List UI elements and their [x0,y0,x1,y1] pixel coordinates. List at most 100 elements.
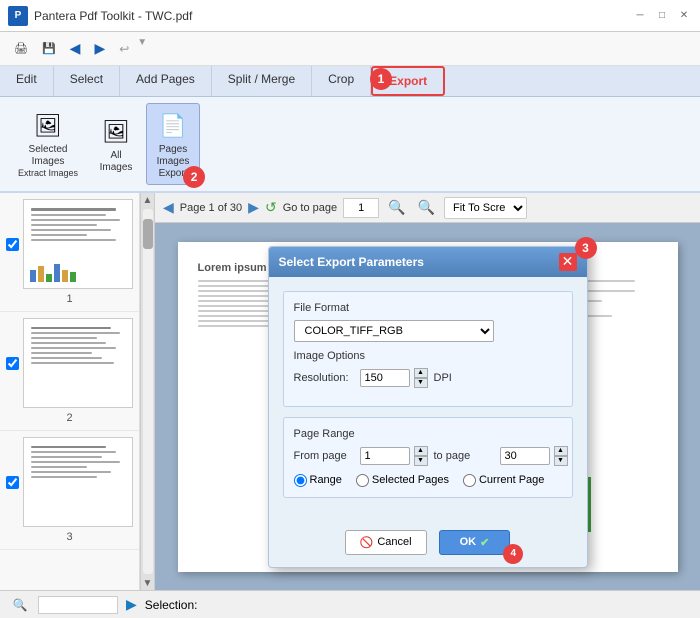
to-page-up[interactable]: ▲ [554,446,568,456]
page-1-thumbnail [23,199,133,289]
scroll-thumb[interactable] [143,219,153,249]
image-options-label: Image Options [294,350,562,362]
from-page-down[interactable]: ▼ [414,456,428,466]
zoom-in-button[interactable]: 🔍 [415,199,438,216]
selection-label: Selection: [145,598,198,612]
page-range-label: Page Range [294,428,562,440]
close-window-button[interactable]: ✕ [676,8,692,24]
page-2-number: 2 [66,412,72,424]
scroll-down-arrow[interactable]: ▼ [141,576,155,590]
page-info-text: Page 1 of 30 [180,202,242,214]
ok-label: OK [460,536,477,548]
from-page-up[interactable]: ▲ [414,446,428,456]
tab-add-pages[interactable]: Add Pages [120,66,212,96]
save-button[interactable]: 💾 [36,37,62,60]
page-1-number: 1 [66,293,72,305]
status-search-icon: 🔍 [10,595,30,615]
from-page-spinner: ▲ ▼ [360,446,428,466]
to-page-spinner: ▲ ▼ [500,446,568,466]
forward-button[interactable]: ▶ [88,37,111,60]
status-search-input[interactable] [38,596,118,614]
page-thumbnail-sidebar: 1 [0,193,140,590]
page-thumb-3[interactable]: 3 [0,431,139,550]
viewer-content: Lorem ipsum [155,223,700,590]
selected-pages-radio[interactable] [356,474,369,487]
page-3-checkbox[interactable] [6,476,19,489]
pages-images-export-button[interactable]: 📄 PagesImagesExport 2 [146,103,200,185]
tab-edit[interactable]: Edit [0,66,54,96]
back-button[interactable]: ◀ [64,37,87,60]
viewer-toolbar: ◀ Page 1 of 30 ▶ ↺ Go to page 🔍 🔍 Fit To… [155,193,700,223]
selected-pages-radio-label: Selected Pages [372,474,449,486]
tab-crop[interactable]: Crop [312,66,371,96]
viewer-area: ◀ Page 1 of 30 ▶ ↺ Go to page 🔍 🔍 Fit To… [155,193,700,590]
range-radio[interactable] [294,474,307,487]
status-bar: 🔍 ▶ Selection: [0,590,700,618]
range-radio-label: Range [310,474,342,486]
ribbon-content: 🖼 SelectedImagesExtract Images 🖼 AllImag… [0,97,700,191]
to-page-down[interactable]: ▼ [554,456,568,466]
window-controls: ─ □ ✕ [632,8,692,24]
resolution-spinner: ▲ ▼ [360,368,428,388]
tab-split-merge[interactable]: Split / Merge [212,66,312,96]
resolution-label: Resolution: [294,372,354,384]
resolution-down-button[interactable]: ▼ [414,378,428,388]
page-range-radio-group: Range Selected Pages Current Page [294,474,562,487]
dropdown-arrow[interactable]: ▼ [137,37,147,60]
current-page-radio-item[interactable]: Current Page [463,474,544,487]
current-page-radio[interactable] [463,474,476,487]
step-2-badge: 2 [183,166,205,188]
export-parameters-dialog: 3 Select Export Parameters ✕ File Format… [268,246,588,568]
tab-select[interactable]: Select [54,66,120,96]
all-images-label: AllImages [100,150,133,174]
cancel-label: Cancel [377,536,411,548]
page-thumb-2[interactable]: 2 [0,312,139,431]
resolution-input[interactable] [360,369,410,387]
file-format-select[interactable]: COLOR_TIFF_RGB GRAYSCALE_TIFF PDF PNG JP… [294,320,494,342]
page-1-checkbox[interactable] [6,238,19,251]
refresh-button[interactable]: ↺ [265,199,277,216]
range-radio-item[interactable]: Range [294,474,342,487]
minimize-button[interactable]: ─ [632,8,648,24]
step-1-badge: 1 [370,68,392,90]
page-range-section: Page Range From page ▲ ▼ [283,417,573,498]
ok-button[interactable]: OK ✔ 4 [439,530,511,555]
selected-images-label: SelectedImagesExtract Images [18,144,78,180]
prev-page-button[interactable]: ◀ [163,199,174,216]
resolution-up-button[interactable]: ▲ [414,368,428,378]
status-nav-button[interactable]: ▶ [126,596,137,613]
scroll-up-arrow[interactable]: ▲ [141,193,155,207]
maximize-button[interactable]: □ [654,8,670,24]
page-thumb-1[interactable]: 1 [0,193,139,312]
cancel-button[interactable]: 🚫 Cancel [345,530,427,555]
to-page-input[interactable] [500,447,550,465]
from-page-input[interactable] [360,447,410,465]
page-2-thumbnail [23,318,133,408]
ribbon: Edit Select Add Pages Split / Merge Crop… [0,66,700,193]
file-format-section: File Format COLOR_TIFF_RGB GRAYSCALE_TIF… [283,291,573,407]
cancel-icon: 🚫 [360,536,374,549]
from-to-row: From page ▲ ▼ to page [294,446,562,466]
scroll-track [143,209,153,574]
dialog-header: Select Export Parameters ✕ [269,247,587,277]
dialog-footer: 🚫 Cancel OK ✔ 4 [269,522,587,567]
next-page-button[interactable]: ▶ [248,199,259,216]
selected-pages-radio-item[interactable]: Selected Pages [356,474,449,487]
dialog-close-button[interactable]: ✕ [559,253,577,271]
quick-access-buttons: 🖨 💾 ◀ ▶ ↩ ▼ [8,37,147,60]
selected-images-icon: 🖼 [30,108,66,144]
undo-button[interactable]: ↩ [113,37,135,60]
to-page-spinner-buttons: ▲ ▼ [554,446,568,466]
dpi-label: DPI [434,372,494,384]
zoom-select[interactable]: Fit To Scre [444,197,527,219]
go-to-page-input[interactable] [343,198,379,218]
selected-images-button[interactable]: 🖼 SelectedImagesExtract Images [10,104,86,184]
page-2-checkbox[interactable] [6,357,19,370]
from-page-label: From page [294,450,354,462]
sidebar-scrollbar[interactable]: ▲ ▼ [140,193,154,590]
zoom-out-button[interactable]: 🔍 [385,199,408,216]
all-images-button[interactable]: 🖼 AllImages [90,110,142,178]
print-button[interactable]: 🖨 [8,37,34,60]
step-4-badge: 4 [503,544,523,564]
all-images-icon: 🖼 [98,114,134,150]
